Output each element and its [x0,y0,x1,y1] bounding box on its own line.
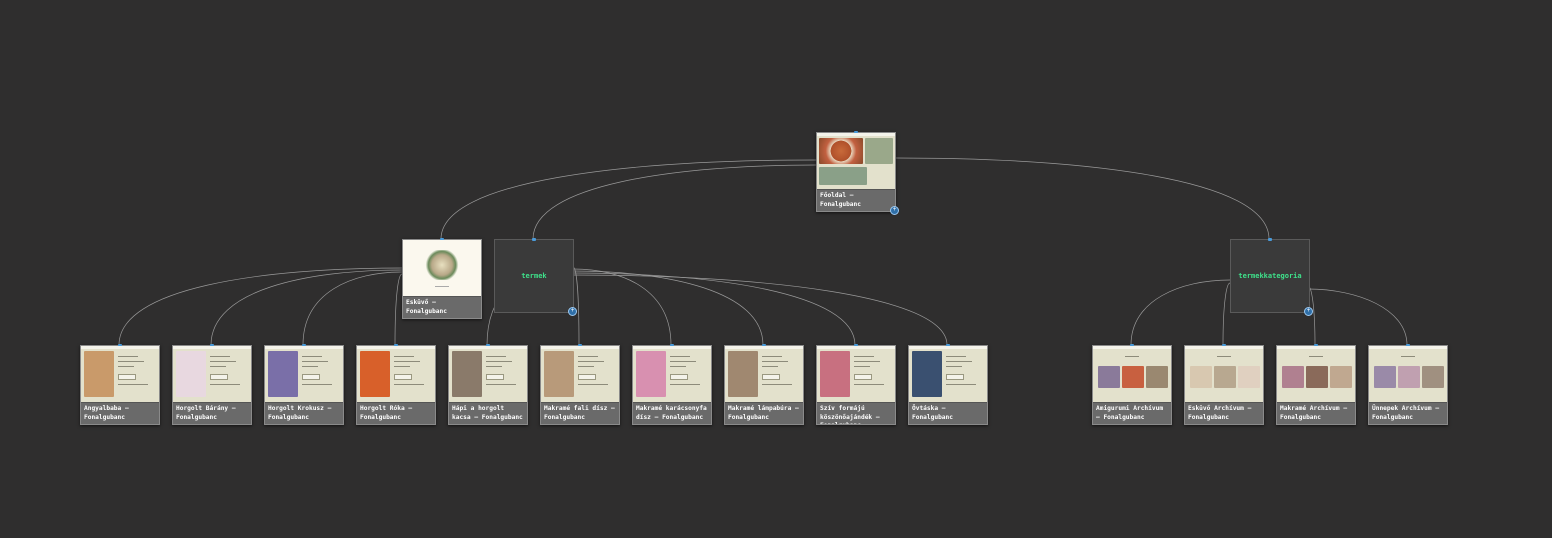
page-thumbnail [1185,346,1263,403]
page-thumbnail [357,346,435,403]
node-label: Amigurumi Archívum – Fonalgubanc [1096,405,1167,421]
expand-icon[interactable]: + [568,307,577,316]
node-label: Makramé karácsonyfa dísz – Fonalgubanc [636,405,711,421]
node-product[interactable]: Makramé fali dísz – Fonalgubanc [540,344,620,425]
folder-label: termek [521,272,547,280]
page-thumbnail [1093,346,1171,403]
node-label: Főoldal – Fonalgubanc [820,192,861,208]
node-category[interactable]: Esküvő Archívum – Fonalgubanc [1184,344,1264,425]
node-product[interactable]: Horgolt Bárány – Fonalgubanc [172,344,252,425]
page-thumbnail [633,346,711,403]
page-thumbnail [265,346,343,403]
node-label: Esküvő Archívum – Fonalgubanc [1188,405,1256,421]
node-product[interactable]: Övtáska – Fonalgubanc [908,344,988,425]
page-thumbnail [541,346,619,403]
node-product[interactable]: Hápi a horgolt kacsa – Fonalgubanc [448,344,528,425]
node-label: Esküvő – Fonalgubanc [406,299,447,315]
node-category[interactable]: Makramé Archívum – Fonalgubanc [1276,344,1356,425]
page-thumbnail [909,346,987,403]
expand-icon[interactable]: + [1304,307,1313,316]
node-category[interactable]: Amigurumi Archívum – Fonalgubanc [1092,344,1172,425]
connection-line [440,159,817,240]
node-product[interactable]: Makramé lámpabúra – Fonalgubanc [724,344,804,425]
input-port-icon [1268,238,1272,241]
connection-line [1130,279,1231,346]
node-label: Övtáska – Fonalgubanc [912,405,953,421]
connection-line [572,270,764,346]
node-label: Makramé lámpabúra – Fonalgubanc [728,405,803,421]
page-thumbnail [403,240,481,297]
sitemap-canvas[interactable]: Főoldal – Fonalgubanc + Esküvő – Fonalgu… [0,0,1552,538]
connection-line [572,268,672,346]
page-thumbnail [1369,346,1447,403]
connection-line [572,274,948,346]
connection-line [1307,288,1408,346]
connection-lines [118,157,1408,346]
page-thumbnail [1277,346,1355,403]
folder-label: termekkategoria [1238,272,1302,280]
connection-line [394,273,403,346]
folder-termekkategoria[interactable]: termekkategoria + [1230,238,1313,316]
node-label: Angyalbaba – Fonalgubanc [84,405,133,421]
connection-line [1222,282,1231,346]
connection-line [895,157,1270,240]
node-eskuvo[interactable]: Esküvő – Fonalgubanc [402,238,482,319]
node-label: Makramé fali dísz – Fonalgubanc [544,405,619,421]
folder-termek[interactable]: termek + [494,238,577,316]
node-product[interactable]: Makramé karácsonyfa dísz – Fonalgubanc [632,344,712,425]
page-thumbnail [173,346,251,403]
connection-line [302,271,403,346]
node-label: Makramé Archívum – Fonalgubanc [1280,405,1351,421]
connection-line [572,272,856,346]
connection-line [532,164,817,240]
page-thumbnail [817,133,895,190]
node-label: Horgolt Krokusz – Fonalgubanc [268,405,336,421]
node-label: Horgolt Bárány – Fonalgubanc [176,405,240,421]
node-label: Ünnepek Archívum – Fonalgubanc [1372,405,1443,421]
node-product[interactable]: Horgolt Krokusz – Fonalgubanc [264,344,344,425]
node-fooldal[interactable]: Főoldal – Fonalgubanc + [816,131,899,215]
node-product[interactable]: Horgolt Róka – Fonalgubanc [356,344,436,425]
connection-line [210,269,403,346]
node-product[interactable]: Szív formájú köszönőajándék – Fonalguban… [816,344,896,425]
page-thumbnail [817,346,895,403]
node-category[interactable]: Ünnepek Archívum – Fonalgubanc [1368,344,1448,425]
node-label: Szív formájú köszönőajándék – Fonalguban… [820,405,880,424]
node-product[interactable]: Angyalbaba – Fonalgubanc [80,344,160,425]
input-port-icon [532,238,536,241]
page-thumbnail [725,346,803,403]
node-label: Horgolt Róka – Fonalgubanc [360,405,416,421]
connection-line [118,267,403,346]
page-thumbnail [81,346,159,403]
node-label: Hápi a horgolt kacsa – Fonalgubanc [452,405,523,421]
page-thumbnail [449,346,527,403]
expand-icon[interactable]: + [890,206,899,215]
